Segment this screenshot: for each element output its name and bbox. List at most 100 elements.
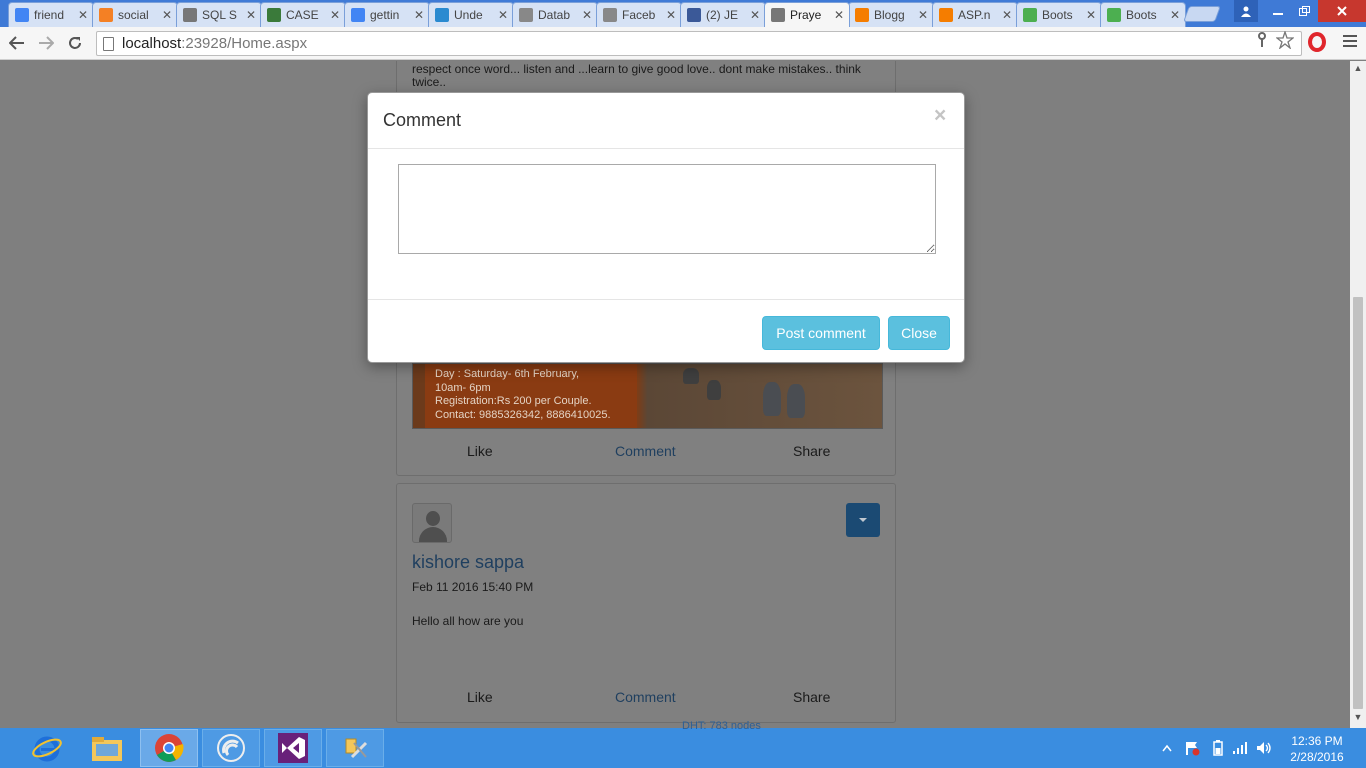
restore-window-button[interactable] — [1292, 0, 1316, 22]
volume-icon[interactable] — [1256, 728, 1272, 768]
comment-textarea[interactable] — [398, 164, 936, 254]
browser-tab[interactable]: Boots ✕ — [1100, 2, 1186, 27]
feet-photo — [673, 364, 873, 428]
scrollbar-thumb[interactable] — [1353, 297, 1363, 709]
share-button[interactable]: Share — [793, 689, 830, 705]
share-button[interactable]: Share — [793, 443, 830, 459]
post-options-dropdown-button[interactable] — [846, 503, 880, 537]
blogger-icon — [855, 8, 869, 22]
browser-tab[interactable]: social ✕ — [92, 2, 178, 27]
browser-tab[interactable]: SQL S ✕ — [176, 2, 262, 27]
browser-tab[interactable]: Faceb ✕ — [596, 2, 682, 27]
action-center-flag-icon[interactable] — [1184, 728, 1200, 768]
page-scrollbar[interactable]: ▲ ▼ — [1350, 61, 1366, 728]
file-explorer-icon[interactable] — [78, 729, 136, 767]
comment-button[interactable]: Comment — [615, 443, 676, 459]
comment-modal: Comment × Post comment Close — [367, 92, 965, 363]
show-hidden-icons-button[interactable] — [1162, 728, 1172, 768]
close-tab-icon[interactable]: ✕ — [497, 8, 509, 22]
reload-button[interactable] — [64, 32, 86, 54]
scroll-up-icon[interactable]: ▲ — [1350, 63, 1366, 77]
page-icon — [103, 36, 114, 51]
bittorrent-icon[interactable] — [202, 729, 260, 767]
url-host: localhost — [122, 35, 182, 52]
visual-studio-icon[interactable] — [264, 729, 322, 767]
browser-tab[interactable]: Praye ✕ — [764, 2, 850, 27]
modal-close-icon[interactable]: × — [934, 105, 946, 126]
minimize-window-button[interactable] — [1266, 0, 1290, 22]
browser-menu-icon[interactable] — [1340, 33, 1360, 53]
browser-tab[interactable]: Blogg ✕ — [848, 2, 934, 27]
forward-button[interactable] — [35, 32, 57, 54]
close-tab-icon[interactable]: ✕ — [329, 8, 341, 22]
close-tab-icon[interactable]: ✕ — [917, 8, 929, 22]
event-contact: Contact: 9885326342, 8886410025. — [435, 408, 611, 421]
new-tab-button[interactable] — [1183, 6, 1221, 22]
like-button[interactable]: Like — [467, 689, 493, 705]
browser-tab[interactable]: CASE ✕ — [260, 2, 346, 27]
caret-down-icon — [859, 518, 867, 522]
close-tab-icon[interactable]: ✕ — [581, 8, 593, 22]
tools-icon[interactable] — [326, 729, 384, 767]
close-button[interactable]: Close — [888, 316, 950, 350]
key-icon[interactable] — [1256, 27, 1268, 52]
close-tab-icon[interactable]: ✕ — [1169, 8, 1181, 22]
close-tab-icon[interactable]: ✕ — [665, 8, 677, 22]
close-tab-icon[interactable]: ✕ — [161, 8, 173, 22]
post-comment-button[interactable]: Post comment — [762, 316, 880, 350]
close-tab-icon[interactable]: ✕ — [77, 8, 89, 22]
blogger-icon — [939, 8, 953, 22]
tab-title: ASP.n — [958, 8, 991, 22]
avatar — [412, 503, 452, 543]
chrome-icon[interactable] — [140, 729, 198, 767]
wifi-signal-icon[interactable] — [1232, 728, 1248, 768]
close-tab-icon[interactable]: ✕ — [413, 8, 425, 22]
scroll-down-icon[interactable]: ▼ — [1350, 712, 1366, 726]
close-tab-icon[interactable]: ✕ — [833, 8, 845, 22]
w3-icon — [1107, 8, 1121, 22]
tab-title: friend — [34, 8, 65, 22]
back-button[interactable] — [6, 32, 28, 54]
tab-title: (2) JE — [706, 8, 739, 22]
browser-tab[interactable]: Datab ✕ — [512, 2, 598, 27]
tab-title: SQL S — [202, 8, 237, 22]
page-icon — [183, 8, 197, 22]
clock-time: 12:36 PM — [1291, 734, 1343, 748]
modal-header: Comment × — [368, 93, 964, 149]
browser-tab[interactable]: gettin ✕ — [344, 2, 430, 27]
comment-button[interactable]: Comment — [615, 689, 676, 705]
user-profile-icon[interactable] — [1234, 0, 1258, 22]
bookmark-star-icon[interactable] — [1276, 27, 1294, 52]
url-path: :23928/Home.aspx — [181, 35, 308, 52]
tab-title: gettin — [370, 8, 400, 22]
modal-footer: Post comment Close — [368, 299, 964, 363]
reload-icon — [69, 37, 81, 49]
page-icon — [771, 8, 785, 22]
browser-tab[interactable]: Unde ✕ — [428, 2, 514, 27]
event-details: Day : Saturday- 6th February, 10am- 6pm … — [425, 364, 637, 428]
close-window-button[interactable] — [1318, 0, 1366, 22]
event-image: Day : Saturday- 6th February, 10am- 6pm … — [412, 363, 883, 429]
browser-tab[interactable]: (2) JE ✕ — [680, 2, 766, 27]
close-tab-icon[interactable]: ✕ — [1001, 8, 1013, 22]
tab-title: Datab — [538, 8, 571, 22]
browser-tab[interactable]: ASP.n ✕ — [932, 2, 1018, 27]
ie-icon[interactable] — [18, 729, 76, 767]
egg-icon — [519, 8, 533, 22]
tab-title: Unde — [454, 8, 483, 22]
like-button[interactable]: Like — [467, 443, 493, 459]
battery-icon[interactable] — [1212, 728, 1224, 768]
tab-title: Boots — [1042, 8, 1073, 22]
system-clock[interactable]: 12:36 PM 2/28/2016 — [1282, 733, 1352, 765]
facebook-icon — [687, 8, 701, 22]
post-author[interactable]: kishore sappa — [412, 552, 524, 573]
address-bar[interactable]: localhost:23928/Home.aspx — [96, 31, 1302, 56]
browser-tab-strip: friend ✕ social ✕ SQL S ✕ CASE ✕ gettin ✕ Unde ✕ Dat… — [0, 0, 1366, 27]
browser-tab[interactable]: Boots ✕ — [1016, 2, 1102, 27]
close-tab-icon[interactable]: ✕ — [749, 8, 761, 22]
close-tab-icon[interactable]: ✕ — [1085, 8, 1097, 22]
google-icon — [351, 8, 365, 22]
close-tab-icon[interactable]: ✕ — [245, 8, 257, 22]
browser-tab[interactable]: friend ✕ — [8, 2, 94, 27]
opera-extension-icon[interactable] — [1308, 32, 1326, 52]
